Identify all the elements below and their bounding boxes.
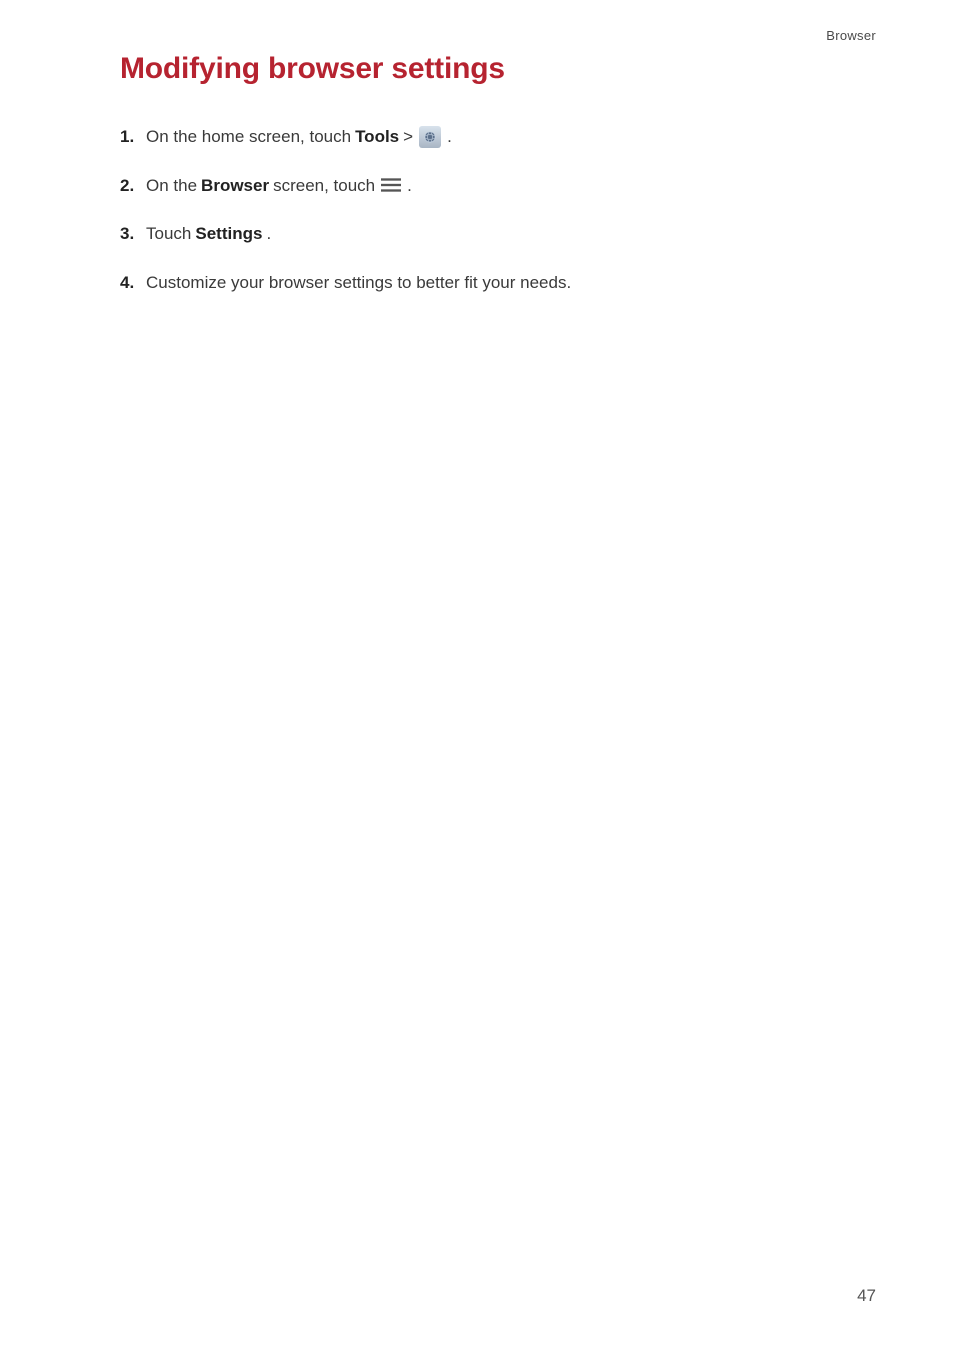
browser-label: Browser <box>201 173 269 199</box>
text-fragment: > <box>403 124 413 150</box>
text-fragment: screen, touch <box>273 173 375 199</box>
step-4: 4. Customize your browser settings to be… <box>120 270 876 296</box>
text-fragment: . <box>447 124 452 150</box>
page-header-breadcrumb: Browser <box>826 28 876 43</box>
step-list: 1. On the home screen, touch Tools > . <box>120 124 876 295</box>
text-fragment: . <box>407 173 412 199</box>
browser-globe-icon <box>419 126 441 148</box>
tools-label: Tools <box>355 124 399 150</box>
text-fragment: On the <box>146 173 197 199</box>
page-number: 47 <box>857 1286 876 1306</box>
text-fragment: . <box>266 221 271 247</box>
text-fragment: On the home screen, touch <box>146 124 351 150</box>
step-2: 2. On the Browser screen, touch . <box>120 173 876 199</box>
step-number: 2. <box>120 173 140 199</box>
step-text: On the Browser screen, touch . <box>146 173 412 199</box>
step-number: 1. <box>120 124 140 150</box>
step-text: On the home screen, touch Tools > . <box>146 124 452 150</box>
step-number: 3. <box>120 221 140 247</box>
text-fragment: Touch <box>146 221 191 247</box>
page-heading: Modifying browser settings <box>120 52 876 86</box>
step-3: 3. Touch Settings . <box>120 221 876 247</box>
settings-label: Settings <box>195 221 262 247</box>
text-fragment: Customize your browser settings to bette… <box>146 270 571 296</box>
hamburger-menu-icon <box>381 177 401 193</box>
step-text: Customize your browser settings to bette… <box>146 270 571 296</box>
content-area: Modifying browser settings 1. On the hom… <box>0 0 954 295</box>
step-number: 4. <box>120 270 140 296</box>
step-text: Touch Settings . <box>146 221 271 247</box>
step-1: 1. On the home screen, touch Tools > . <box>120 124 876 150</box>
